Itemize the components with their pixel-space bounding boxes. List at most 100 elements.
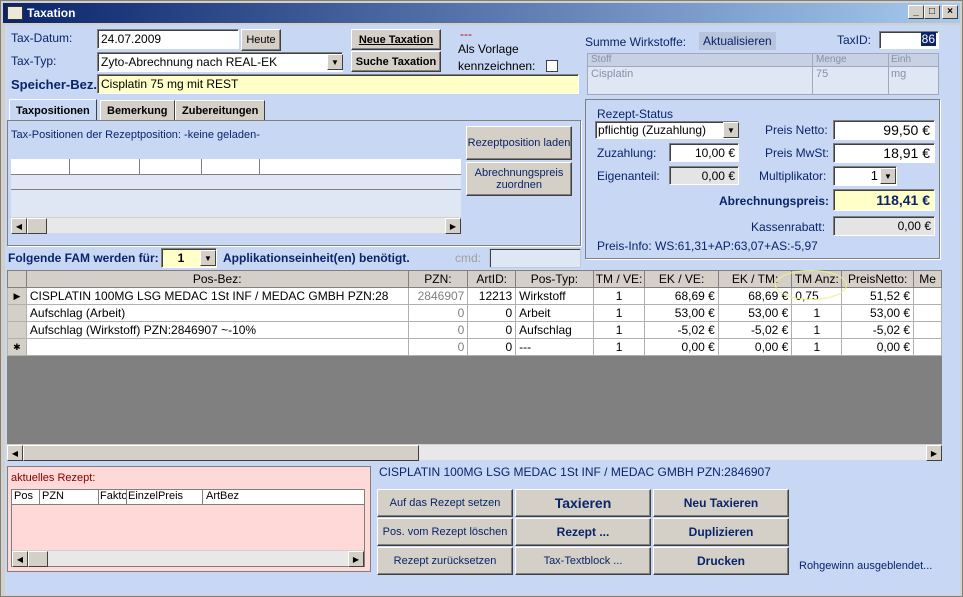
row-selected-icon[interactable]: ▶ bbox=[7, 287, 27, 305]
tab-bemerkung[interactable]: Bemerkung bbox=[100, 100, 175, 120]
fam-dropdown-icon[interactable]: ▼ bbox=[200, 250, 216, 266]
cell-tmve[interactable]: 1 bbox=[592, 338, 646, 356]
cell-netto[interactable]: 51,52 € bbox=[841, 287, 915, 305]
scroll-left-icon[interactable]: ◀ bbox=[7, 445, 23, 461]
vorlage-checkbox[interactable] bbox=[546, 60, 558, 72]
cell-tmve[interactable]: 1 bbox=[592, 304, 646, 322]
cell-artid[interactable]: 12213 bbox=[467, 287, 517, 305]
rezept-button[interactable]: Rezept ... bbox=[515, 518, 651, 546]
cell-tmanz[interactable]: 1 bbox=[791, 304, 843, 322]
scroll-left-icon[interactable]: ◀ bbox=[12, 551, 28, 567]
cell-ekve[interactable]: 0,00 € bbox=[644, 338, 719, 356]
col-pos-typ[interactable]: Pos-Typ: bbox=[515, 270, 594, 288]
cell-pzn[interactable]: 0 bbox=[407, 304, 469, 322]
taxid-input[interactable]: 86 bbox=[879, 31, 939, 49]
col-pzn[interactable]: PZN: bbox=[407, 270, 469, 288]
abrechnungspreis-zuordnen-button[interactable]: Abrechnungspreis zuordnen bbox=[466, 162, 572, 196]
scroll-thumb[interactable] bbox=[27, 218, 47, 234]
col-me[interactable]: Me bbox=[913, 270, 942, 288]
cell-bez[interactable]: Aufschlag (Wirkstoff) PZN:2846907 ~-10% bbox=[25, 321, 409, 339]
scroll-right-icon[interactable]: ▶ bbox=[348, 551, 364, 567]
rezept-status-select[interactable]: pflichtig (Zuzahlung) bbox=[595, 121, 739, 139]
neu-taxieren-button[interactable]: Neu Taxieren bbox=[653, 489, 789, 517]
cell-me[interactable] bbox=[913, 321, 942, 339]
cmd-input[interactable] bbox=[489, 248, 581, 268]
minimize-icon[interactable]: _ bbox=[908, 5, 924, 19]
cell-tmanz[interactable]: 1 bbox=[791, 338, 843, 356]
rezept-status-dropdown-icon[interactable]: ▼ bbox=[723, 122, 739, 138]
rezept-list[interactable]: Pos PZN Fakto EinzelPreis ArtBez ◀ ▶ bbox=[11, 489, 365, 567]
cell-netto[interactable]: -5,02 € bbox=[841, 321, 915, 339]
table-row-new[interactable]: ✱ 0 0 --- 1 0,00 € 0,00 € 1 0,00 € bbox=[7, 338, 942, 356]
tax-typ-dropdown-icon[interactable]: ▼ bbox=[327, 54, 343, 70]
cell-tmve[interactable]: 1 bbox=[592, 321, 646, 339]
rezept-zuruecksetzen-button[interactable]: Rezept zurücksetzen bbox=[377, 547, 513, 575]
cell-typ[interactable]: Wirkstoff bbox=[515, 287, 594, 305]
rezept-hscrollbar[interactable]: ◀ ▶ bbox=[12, 550, 364, 567]
taxpos-hscrollbar[interactable]: ◀ ▶ bbox=[11, 217, 461, 234]
cell-me[interactable] bbox=[913, 338, 942, 356]
tab-taxpositionen[interactable]: Taxpositionen bbox=[9, 99, 97, 121]
cell-artid[interactable]: 0 bbox=[467, 304, 517, 322]
col-tm-ve[interactable]: TM / VE: bbox=[592, 270, 646, 288]
cell-netto[interactable]: 53,00 € bbox=[841, 304, 915, 322]
col-artid[interactable]: ArtID: bbox=[467, 270, 517, 288]
cell-tmanz[interactable]: 1 bbox=[791, 321, 843, 339]
cell-ektm[interactable]: 0,00 € bbox=[717, 338, 793, 356]
wirkstoffe-list[interactable]: Stoff Menge Einh Cisplatin 75 mg bbox=[587, 53, 939, 95]
cell-bez[interactable] bbox=[25, 338, 409, 356]
cell-tmve[interactable]: 1 bbox=[592, 287, 646, 305]
neue-taxation-button[interactable]: Neue Taxation bbox=[351, 29, 441, 50]
table-row[interactable]: Aufschlag (Wirkstoff) PZN:2846907 ~-10% … bbox=[7, 321, 942, 339]
scroll-thumb[interactable] bbox=[23, 445, 419, 461]
cell-ekve[interactable]: -5,02 € bbox=[644, 321, 719, 339]
grid-hscrollbar[interactable]: ◀ ▶ bbox=[7, 444, 942, 461]
scroll-right-icon[interactable]: ▶ bbox=[926, 445, 942, 461]
cell-typ[interactable]: Aufschlag bbox=[515, 321, 594, 339]
cell-typ[interactable]: Arbeit bbox=[515, 304, 594, 322]
cell-me[interactable] bbox=[913, 287, 942, 305]
duplizieren-button[interactable]: Duplizieren bbox=[653, 518, 789, 546]
cell-artid[interactable]: 0 bbox=[467, 321, 517, 339]
cell-bez[interactable]: Aufschlag (Arbeit) bbox=[25, 304, 409, 322]
cell-ektm[interactable]: -5,02 € bbox=[717, 321, 793, 339]
aktualisieren-button[interactable]: Aktualisieren bbox=[699, 32, 776, 50]
tax-textblock-button[interactable]: Tax-Textblock ... bbox=[515, 547, 651, 575]
new-row-icon[interactable]: ✱ bbox=[7, 338, 27, 356]
cell-netto[interactable]: 0,00 € bbox=[841, 338, 915, 356]
auf-rezept-setzen-button[interactable]: Auf das Rezept setzen bbox=[377, 489, 513, 517]
multiplikator-dropdown-icon[interactable]: ▼ bbox=[880, 168, 896, 184]
cell-me[interactable] bbox=[913, 304, 942, 322]
taxieren-button[interactable]: Taxieren bbox=[515, 489, 651, 517]
scroll-right-icon[interactable]: ▶ bbox=[445, 218, 461, 234]
cell-ekve[interactable]: 53,00 € bbox=[644, 304, 719, 322]
row-selector[interactable] bbox=[7, 304, 27, 322]
cell-typ[interactable]: --- bbox=[515, 338, 594, 356]
pos-loeschen-button[interactable]: Pos. vom Rezept löschen bbox=[377, 518, 513, 546]
table-row[interactable]: Aufschlag (Arbeit) 0 0 Arbeit 1 53,00 € … bbox=[7, 304, 942, 322]
heute-button[interactable]: Heute bbox=[241, 29, 281, 51]
zuzahlung-input[interactable]: 10,00 € bbox=[669, 143, 739, 162]
suche-taxation-button[interactable]: Suche Taxation bbox=[351, 51, 441, 72]
speicher-bez-input[interactable]: Cisplatin 75 mg mit REST bbox=[97, 74, 579, 94]
tax-typ-select[interactable]: Zyto-Abrechnung nach REAL-EK bbox=[97, 52, 343, 72]
maximize-icon[interactable]: □ bbox=[924, 5, 940, 19]
cell-artid[interactable]: 0 bbox=[467, 338, 517, 356]
close-icon[interactable]: × bbox=[942, 5, 958, 19]
col-preis-netto[interactable]: PreisNetto: bbox=[841, 270, 915, 288]
drucken-button[interactable]: Drucken bbox=[653, 547, 789, 575]
cell-pzn[interactable]: 0 bbox=[407, 338, 469, 356]
tax-datum-input[interactable]: 24.07.2009 bbox=[97, 29, 239, 49]
tab-zubereitungen[interactable]: Zubereitungen bbox=[175, 100, 266, 120]
cell-ekve[interactable]: 68,69 € bbox=[644, 287, 719, 305]
col-ek-ve[interactable]: EK / VE: bbox=[644, 270, 719, 288]
row-selector[interactable] bbox=[7, 321, 27, 339]
cell-ektm[interactable]: 53,00 € bbox=[717, 304, 793, 322]
scroll-left-icon[interactable]: ◀ bbox=[11, 218, 27, 234]
taxpos-list[interactable] bbox=[11, 159, 461, 219]
cell-bez[interactable]: CISPLATIN 100MG LSG MEDAC 1St INF / MEDA… bbox=[25, 287, 409, 305]
cell-pzn[interactable]: 0 bbox=[407, 321, 469, 339]
col-pos-bez[interactable]: Pos-Bez: bbox=[25, 270, 409, 288]
scroll-thumb[interactable] bbox=[28, 551, 48, 567]
rezeptposition-laden-button[interactable]: Rezeptposition laden bbox=[466, 126, 572, 160]
